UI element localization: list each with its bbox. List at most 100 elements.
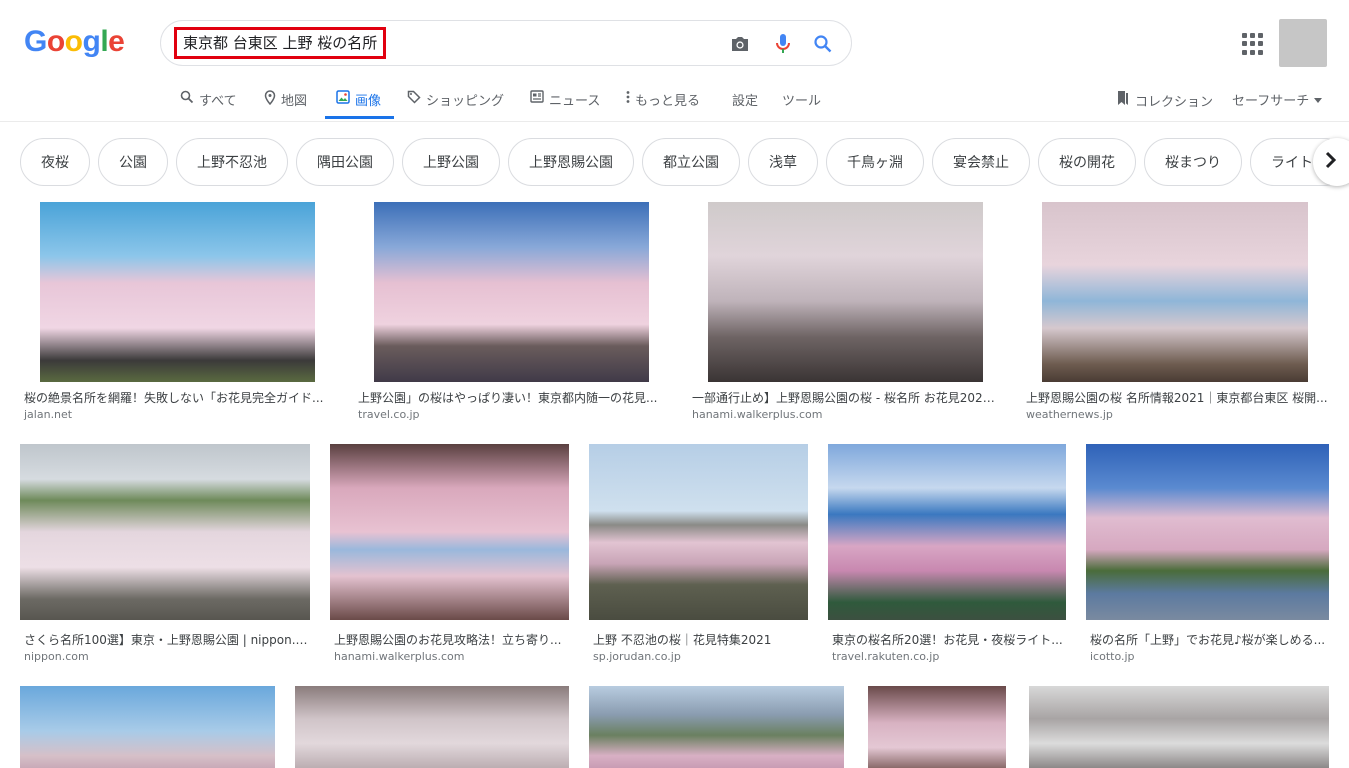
chip[interactable]: 公園 xyxy=(98,138,168,186)
chip[interactable]: 上野公園 xyxy=(402,138,500,186)
image-result[interactable]: 東京の桜名所20選！お花見・夜桜ライト... travel.rakuten.co… xyxy=(828,444,1066,666)
image-result[interactable]: 上野恩賜公園の桜 名所情報2021｜東京都台東区 桜開... weatherne… xyxy=(1022,202,1329,422)
image-result[interactable]: 桜の名所「上野」でお花見♪桜が楽しめる... icotto.jp xyxy=(1086,444,1329,666)
search-icon[interactable] xyxy=(810,31,836,57)
logo-letter: e xyxy=(108,25,125,58)
tab-label: 画像 xyxy=(355,94,382,109)
avatar[interactable] xyxy=(1279,19,1327,67)
result-thumbnail[interactable] xyxy=(868,686,1006,768)
result-source: hanami.walkerplus.com xyxy=(692,408,823,421)
image-result[interactable] xyxy=(589,686,844,768)
result-title: 桜の名所「上野」でお花見♪桜が楽しめる... xyxy=(1090,633,1326,647)
image-result[interactable]: さくら名所100選】東京・上野恩賜公園 | nippon.c... nippon… xyxy=(20,444,310,666)
result-thumbnail[interactable] xyxy=(330,444,569,620)
result-title: 上野恩賜公園のお花見攻略法！立ち寄り... xyxy=(334,633,562,647)
chip[interactable]: 上野不忍池 xyxy=(176,138,288,186)
search-icon xyxy=(180,90,194,108)
tab-label: すべて xyxy=(199,94,237,109)
image-result[interactable]: 上野 不忍池の桜｜花見特集2021 sp.jorudan.co.jp xyxy=(589,444,808,666)
more-vert-icon xyxy=(626,90,630,108)
chip[interactable]: 上野恩賜公園 xyxy=(508,138,634,186)
divider xyxy=(0,121,1349,122)
chevron-right-icon xyxy=(1325,151,1337,173)
tab-maps[interactable]: 地図 xyxy=(264,84,307,121)
collections-link[interactable]: コレクション xyxy=(1116,90,1213,110)
chip[interactable]: 隅田公園 xyxy=(296,138,394,186)
tab-more[interactable]: もっと見る xyxy=(626,84,700,121)
search-box[interactable]: 東京都 台東区 上野 桜の名所 xyxy=(160,20,852,66)
image-result[interactable]: 上野恩賜公園のお花見攻略法！立ち寄り... hanami.walkerplus.… xyxy=(330,444,569,666)
safesearch-menu[interactable]: セーフサーチ xyxy=(1232,90,1323,109)
result-thumbnail[interactable] xyxy=(20,444,310,620)
chip[interactable]: 千鳥ヶ淵 xyxy=(826,138,924,186)
result-thumbnail[interactable] xyxy=(589,686,844,768)
result-thumbnail[interactable] xyxy=(295,686,569,768)
tab-shopping[interactable]: ショッピング xyxy=(407,84,504,121)
result-title: 桜の絶景名所を網羅！失敗しない「お花見完全ガイド... xyxy=(24,391,324,405)
result-source: travel.rakuten.co.jp xyxy=(832,650,940,663)
result-source: nippon.com xyxy=(24,650,89,663)
image-result[interactable] xyxy=(295,686,569,768)
tab-label: ツール xyxy=(782,94,822,109)
search-input[interactable]: 東京都 台東区 上野 桜の名所 xyxy=(174,27,387,59)
result-title: さくら名所100選】東京・上野恩賜公園 | nippon.c... xyxy=(24,633,310,647)
result-source: hanami.walkerplus.com xyxy=(334,650,465,663)
map-pin-icon xyxy=(264,90,276,109)
tab-label: もっと見る xyxy=(635,94,701,109)
result-source: icotto.jp xyxy=(1090,650,1135,663)
result-thumbnail[interactable] xyxy=(1042,202,1308,382)
apps-grid-icon[interactable] xyxy=(1240,31,1266,57)
related-search-chips: 夜桜 公園 上野不忍池 隅田公園 上野公園 上野恩賜公園 都立公園 浅草 千鳥ヶ… xyxy=(20,138,1330,186)
logo-letter: g xyxy=(82,25,101,58)
result-title: 一部通行止め】上野恩賜公園の桜 - 桜名所 お花見2021... xyxy=(692,391,998,405)
chip[interactable]: 夜桜 xyxy=(20,138,90,186)
result-thumbnail[interactable] xyxy=(1029,686,1329,768)
result-thumbnail[interactable] xyxy=(589,444,808,620)
result-thumbnail[interactable] xyxy=(708,202,983,382)
tag-icon xyxy=(407,90,421,108)
result-title: 東京の桜名所20選！お花見・夜桜ライト... xyxy=(832,633,1063,647)
image-icon xyxy=(336,90,350,108)
image-result[interactable] xyxy=(20,686,275,768)
result-source: travel.co.jp xyxy=(358,408,420,421)
bookmark-icon xyxy=(1116,90,1130,110)
tab-label: 地図 xyxy=(281,94,308,109)
mic-icon[interactable] xyxy=(770,31,796,57)
image-result[interactable] xyxy=(868,686,1006,768)
tab-tools[interactable]: ツール xyxy=(782,84,821,121)
chip[interactable]: 都立公園 xyxy=(642,138,740,186)
logo-letter: G xyxy=(24,25,47,58)
logo-letter: o xyxy=(46,25,65,58)
image-result[interactable]: 桜の絶景名所を網羅！失敗しない「お花見完全ガイド... jalan.net xyxy=(20,202,334,422)
logo-letter: o xyxy=(64,25,83,58)
safesearch-label: セーフサーチ xyxy=(1232,94,1310,109)
google-logo[interactable]: Google xyxy=(24,25,125,58)
result-thumbnail[interactable] xyxy=(828,444,1066,620)
tab-all[interactable]: すべて xyxy=(180,84,237,121)
chip[interactable]: 桜の開花 xyxy=(1038,138,1136,186)
image-result[interactable]: 一部通行止め】上野恩賜公園の桜 - 桜名所 お花見2021... hanami.… xyxy=(688,202,1002,422)
result-title: 上野公園」の桜はやっぱり凄い！東京都内随一の花見... xyxy=(358,391,658,405)
active-tab-indicator xyxy=(325,116,394,119)
tab-news[interactable]: ニュース xyxy=(530,84,600,121)
result-thumbnail[interactable] xyxy=(374,202,649,382)
result-source: sp.jorudan.co.jp xyxy=(593,650,681,663)
dropdown-arrow-icon xyxy=(1314,92,1323,107)
chip[interactable]: 桜まつり xyxy=(1144,138,1242,186)
result-source: weathernews.jp xyxy=(1026,408,1113,421)
camera-icon[interactable] xyxy=(727,31,753,57)
result-source: jalan.net xyxy=(24,408,73,421)
tab-label: ショッピング xyxy=(426,94,505,109)
image-result[interactable] xyxy=(1029,686,1329,768)
collections-label: コレクション xyxy=(1135,94,1214,110)
result-thumbnail[interactable] xyxy=(40,202,315,382)
result-thumbnail[interactable] xyxy=(1086,444,1329,620)
chip[interactable]: 宴会禁止 xyxy=(932,138,1030,186)
tab-label: ニュース xyxy=(549,94,601,109)
tab-settings[interactable]: 設定 xyxy=(732,84,758,121)
result-thumbnail[interactable] xyxy=(20,686,275,768)
news-icon xyxy=(530,90,544,107)
result-title: 上野恩賜公園の桜 名所情報2021｜東京都台東区 桜開... xyxy=(1026,391,1328,405)
chip[interactable]: 浅草 xyxy=(748,138,818,186)
image-result[interactable]: 上野公園」の桜はやっぱり凄い！東京都内随一の花見... travel.co.jp xyxy=(354,202,668,422)
